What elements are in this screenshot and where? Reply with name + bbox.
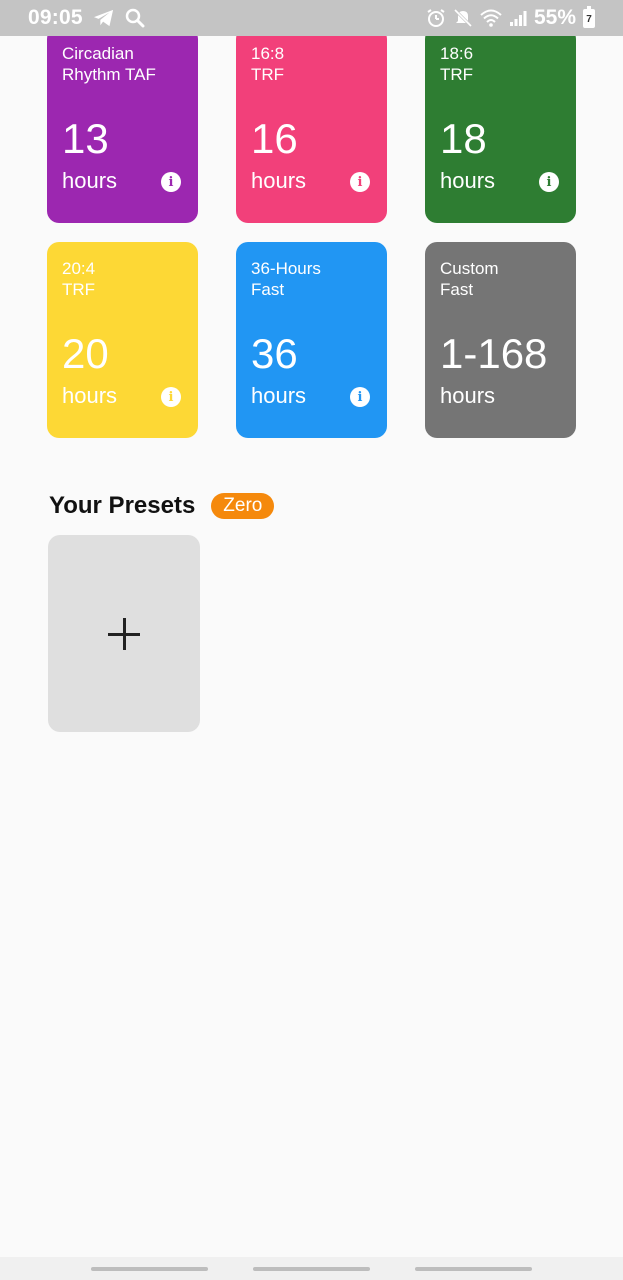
nav-home-button[interactable] [253,1267,370,1271]
system-navigation-bar [0,1257,623,1280]
plan-card-title: 18:6 TRF [440,43,570,85]
plan-card-hours-value: 16 [251,115,298,162]
plan-card-hours-value: 20 [62,330,109,377]
plan-card-title-line2: Fast [251,280,285,299]
plan-card-16-8-trf[interactable]: 16:8 TRF 16 hours i [236,27,387,223]
status-right: 55% 7 [426,5,595,30]
plan-card-title: 20:4 TRF [62,258,192,300]
battery-level-label: 7 [586,13,592,25]
status-bar: 09:05 55% 7 [0,0,623,36]
plan-card-title-line1: Circadian [62,44,134,63]
nav-back-button[interactable] [415,1267,532,1271]
plan-card-36-hours-fast[interactable]: 36-Hours Fast 36 hours i [236,242,387,438]
plan-card-title-line2: TRF [251,65,285,84]
plan-card-hours-unit: hours [440,383,496,408]
plan-card-hours-value: 18 [440,115,487,162]
plan-card-hours-value: 36 [251,330,298,377]
presets-count-badge: Zero [211,493,275,519]
presets-title: Your Presets [49,492,196,519]
battery-percentage: 55% [533,6,576,29]
plan-card-hours-value: 13 [62,115,109,162]
plan-card-hours-value: 1-168 [440,330,548,377]
plan-card-title: Circadian Rhythm TAF [62,43,192,85]
plan-card-title-line1: 16:8 [251,44,285,63]
plan-card-hours-unit: hours [251,168,307,193]
plan-card-title: 36-Hours Fast [251,258,381,300]
info-icon[interactable]: i [350,172,370,192]
mute-icon [453,8,473,28]
search-icon [125,8,145,28]
plan-card-circadian[interactable]: Circadian Rhythm TAF 13 hours i [47,27,198,223]
plan-card-title-line1: 20:4 [62,259,96,278]
plan-card-title-line1: Custom [440,259,499,278]
plan-card-title: 16:8 TRF [251,43,381,85]
plan-card-title-line2: TRF [440,65,474,84]
plan-card-title-line1: 18:6 [440,44,474,63]
info-icon[interactable]: i [161,387,181,407]
info-icon[interactable]: i [350,387,370,407]
telegram-icon [93,8,115,28]
battery-icon: 7 [583,5,595,28]
wifi-icon [480,9,502,27]
presets-header: Your Presets Zero [49,492,275,520]
plan-card-title-line2: Rhythm TAF [62,65,156,84]
add-preset-button[interactable] [48,535,200,732]
plan-card-title-line2: Fast [440,280,474,299]
plan-card-hours-unit: hours [62,168,118,193]
alarm-icon [426,8,446,28]
fasting-presets-screen: 09:05 55% 7 Circadian Rhythm TAF 13 hour… [0,0,623,1280]
plan-card-20-4-trf[interactable]: 20:4 TRF 20 hours i [47,242,198,438]
plan-card-title-line1: 36-Hours [251,259,321,278]
plan-card-custom-fast[interactable]: Custom Fast 1-168 hours [425,242,576,438]
status-time: 09:05 [28,6,83,29]
plan-card-title-line2: TRF [62,280,96,299]
info-icon[interactable]: i [539,172,559,192]
plan-card-hours-unit: hours [62,383,118,408]
status-left: 09:05 [28,6,145,30]
plan-card-hours-unit: hours [251,383,307,408]
plan-card-hours-unit: hours [440,168,496,193]
plan-card-18-6-trf[interactable]: 18:6 TRF 18 hours i [425,27,576,223]
info-icon[interactable]: i [161,172,181,192]
signal-icon [509,9,527,27]
plan-card-title: Custom Fast [440,258,570,300]
nav-recents-button[interactable] [91,1267,208,1271]
plus-icon [108,617,140,650]
